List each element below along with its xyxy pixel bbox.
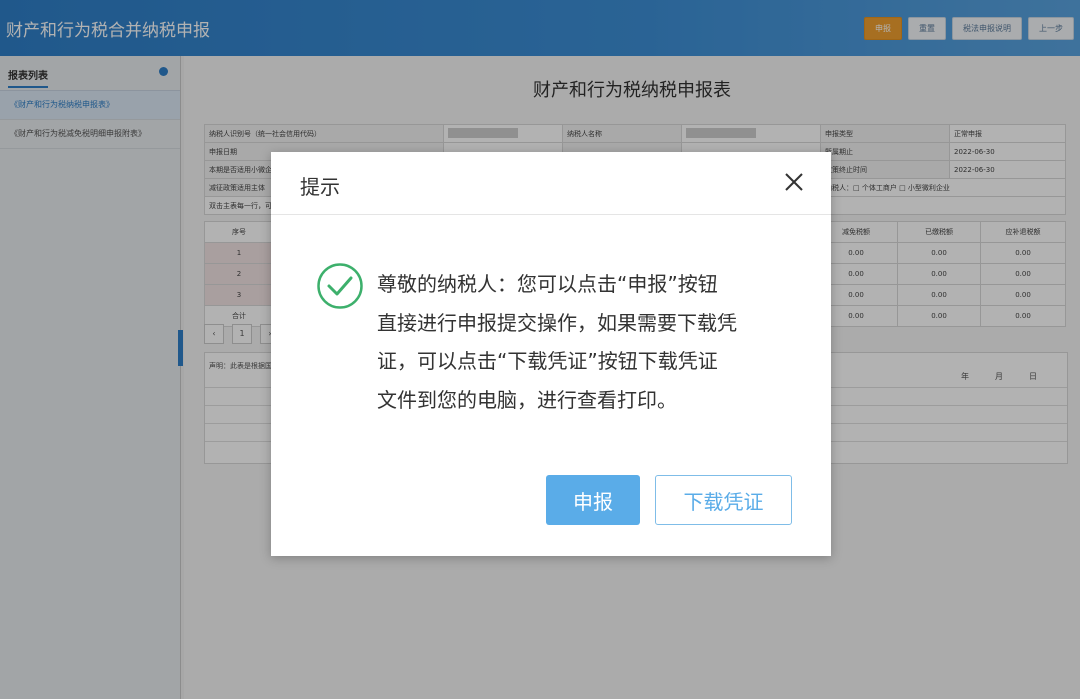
prompt-dialog: 提示 尊敬的纳税人：您可以点击“申报”按钮 直接进行申报提交操作，如果需要下载凭…: [271, 152, 831, 556]
message-line: 尊敬的纳税人：您可以点击“申报”按钮: [377, 272, 718, 296]
download-voucher-button[interactable]: 下载凭证: [655, 475, 792, 525]
success-check-icon: [317, 263, 363, 309]
message-line: 文件到您的电脑，进行查看打印。: [377, 387, 677, 412]
dialog-title: 提示: [300, 175, 340, 199]
dialog-message: 尊敬的纳税人：您可以点击“申报”按钮 直接进行申报提交操作，如果需要下载凭 证，…: [377, 265, 797, 419]
dialog-footer: 申报 下载凭证: [271, 475, 831, 556]
message-line: 直接进行申报提交操作，如果需要下载凭: [377, 310, 737, 335]
close-icon[interactable]: [783, 171, 805, 193]
dialog-body: 尊敬的纳税人：您可以点击“申报”按钮 直接进行申报提交操作，如果需要下载凭 证，…: [271, 215, 831, 475]
submit-button[interactable]: 申报: [546, 475, 640, 525]
message-line: 证，可以点击“下载凭证”按钮下载凭证: [377, 349, 718, 373]
dialog-header: 提示: [271, 152, 831, 215]
